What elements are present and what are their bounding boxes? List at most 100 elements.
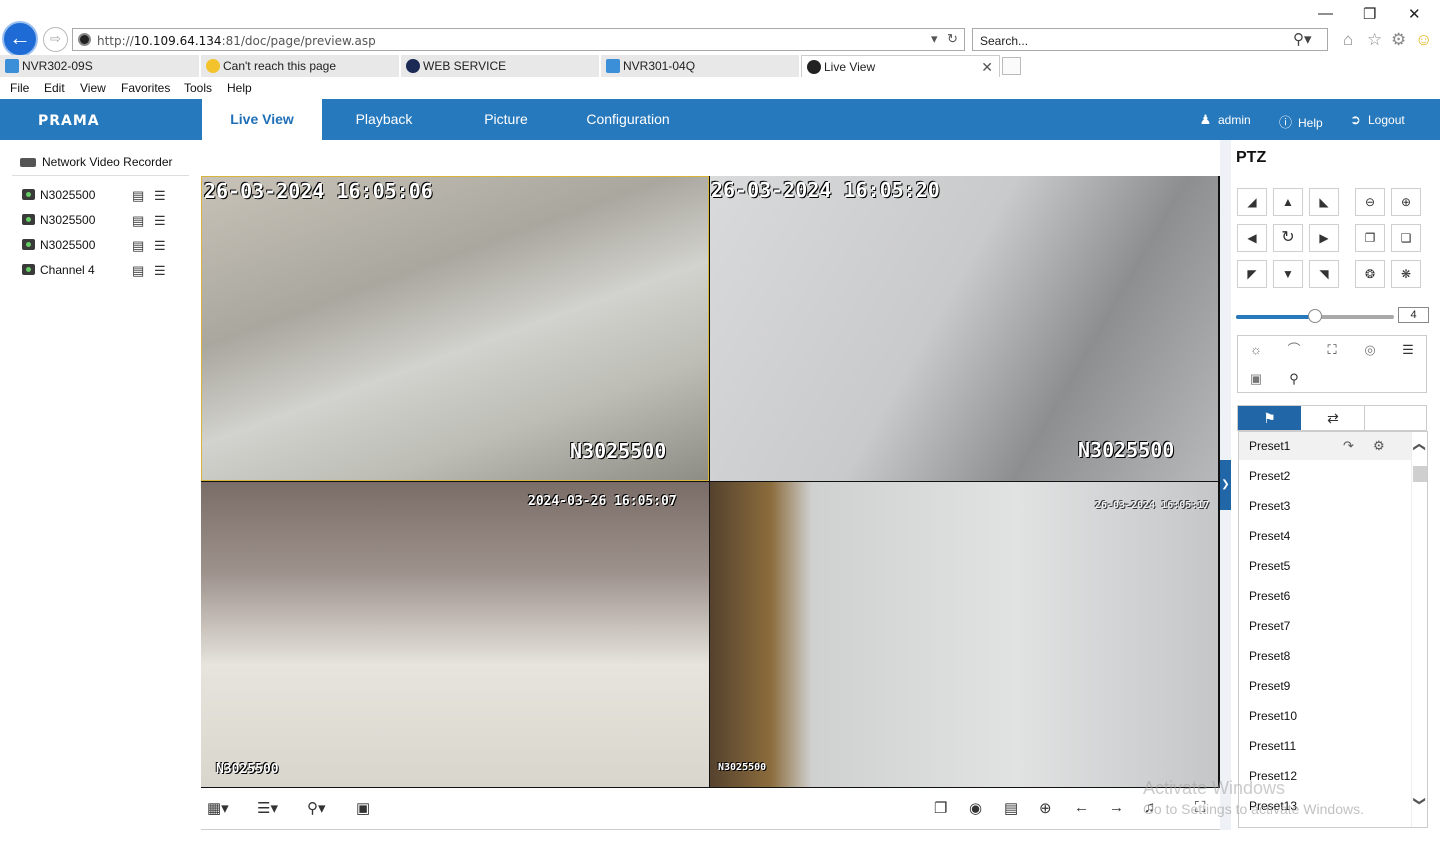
zoom-icon[interactable]: ⊕ (1039, 799, 1052, 817)
user-menu[interactable]: ♟ admin (1198, 112, 1251, 128)
close-tab-icon[interactable]: ✕ (981, 56, 993, 77)
preset-item[interactable]: Preset4 (1239, 522, 1411, 550)
video-cell-2[interactable]: 26-03-2024 16:05:20 N3025500 (710, 176, 1218, 481)
address-dropdown-icon[interactable]: ▾ (931, 31, 938, 47)
monitor-icon[interactable]: ▣ (356, 799, 370, 817)
tab-web-service[interactable]: WEB SERVICE (401, 55, 600, 77)
ptz-left-button[interactable]: ◀ (1237, 224, 1267, 252)
record-icon[interactable]: ▤ (132, 213, 144, 229)
tab-playback[interactable]: Playback (324, 99, 444, 140)
new-tab-button[interactable] (1002, 57, 1021, 75)
address-url[interactable]: http://10.109.64.134:81/doc/page/preview… (97, 34, 376, 48)
call-preset-icon[interactable]: ↷ (1343, 432, 1354, 460)
3d-zoom-icon[interactable]: ⚲ (1276, 365, 1312, 393)
stream-icon[interactable]: ☰ (154, 213, 166, 229)
menu-edit[interactable]: Edit (44, 81, 65, 95)
more-menu-icon[interactable]: ☰ (1390, 336, 1426, 364)
ptz-right-button[interactable]: ▶ (1309, 224, 1339, 252)
previous-page-icon[interactable]: ← (1074, 799, 1089, 816)
close-window-icon[interactable]: ✕ (1408, 5, 1421, 23)
ptz-up-left-button[interactable]: ◢ (1237, 188, 1267, 216)
tab-picture[interactable]: Picture (446, 99, 566, 140)
scroll-up-icon[interactable]: ❮ (1413, 442, 1427, 452)
video-cell-4[interactable]: 26-03-2024 16:05:17 N3025500 (710, 482, 1218, 787)
ptz-down-left-button[interactable]: ◤ (1237, 260, 1267, 288)
ptz-down-button[interactable]: ▼ (1273, 260, 1303, 288)
stream-icon[interactable]: ☰ (154, 238, 166, 254)
preset-item[interactable]: Preset2 (1239, 462, 1411, 490)
channel-item[interactable]: Channel 4 ▤ ☰ (22, 260, 182, 280)
record-all-icon[interactable]: ▤ (1004, 799, 1018, 817)
back-button[interactable]: ← (2, 21, 38, 57)
preset-item[interactable]: Preset10 (1239, 702, 1411, 730)
preset-item[interactable]: Preset11 (1239, 732, 1411, 760)
zoom-out-button[interactable]: ⊖ (1355, 188, 1385, 216)
capture-icon[interactable]: ◉ (969, 799, 982, 817)
menu-help[interactable]: Help (227, 81, 252, 95)
favorites-star-icon[interactable]: ☆ (1367, 30, 1382, 50)
tab-pattern[interactable] (1366, 406, 1429, 430)
wiper-icon[interactable]: ⌒ (1276, 336, 1312, 364)
ptz-auto-scan-button[interactable]: ↻ (1273, 224, 1303, 252)
ptz-up-right-button[interactable]: ◣ (1309, 188, 1339, 216)
menu-favorites[interactable]: Favorites (121, 81, 170, 95)
preset-item[interactable]: Preset9 (1239, 672, 1411, 700)
ptz-up-button[interactable]: ▲ (1273, 188, 1303, 216)
menu-view[interactable]: View (80, 81, 106, 95)
preset-item[interactable]: Preset5 (1239, 552, 1411, 580)
record-icon[interactable]: ▤ (132, 188, 144, 204)
ptz-down-right-button[interactable]: ◥ (1309, 260, 1339, 288)
auxiliary-focus-icon[interactable]: ⛶ (1314, 336, 1350, 364)
settings-gear-icon[interactable]: ⚙ (1391, 30, 1406, 50)
focus-near-button[interactable]: ❐ (1355, 224, 1385, 252)
record-icon[interactable]: ▤ (132, 263, 144, 279)
manual-track-icon[interactable]: ▣ (1238, 365, 1274, 393)
address-bar[interactable]: http://10.109.64.134:81/doc/page/preview… (72, 28, 965, 51)
tab-nvr302[interactable]: NVR302-09S (0, 55, 200, 77)
collapse-panel-button[interactable]: ❯ (1220, 460, 1231, 510)
logout-link[interactable]: ➲ Logout (1348, 112, 1405, 128)
search-box[interactable]: Search... ⚲▾ (972, 28, 1328, 51)
channel-item[interactable]: N3025500 ▤ ☰ (22, 235, 182, 255)
record-icon[interactable]: ▤ (132, 238, 144, 254)
zoom-in-button[interactable]: ⊕ (1391, 188, 1421, 216)
stream-icon[interactable]: ☰ (154, 188, 166, 204)
next-page-icon[interactable]: → (1109, 799, 1124, 816)
video-cell-3[interactable]: 2024-03-26 16:05:07 N3025500 (201, 482, 709, 787)
lens-init-icon[interactable]: ◎ (1352, 336, 1388, 364)
channel-item[interactable]: N3025500 ▤ ☰ (22, 185, 182, 205)
menu-file[interactable]: File (10, 81, 29, 95)
tab-configuration[interactable]: Configuration (568, 99, 688, 140)
preset-item[interactable]: Preset8 (1239, 642, 1411, 670)
scroll-thumb[interactable] (1413, 466, 1427, 482)
ptz-speed-handle[interactable] (1308, 309, 1322, 323)
preset-scrollbar[interactable]: ❮ ❯ (1411, 432, 1427, 827)
tab-cant-reach[interactable]: Can't reach this page (201, 55, 400, 77)
forward-button[interactable]: ⇨ (43, 27, 68, 52)
tab-live-view-nav[interactable]: Live View (202, 99, 322, 140)
stop-all-icon[interactable]: ❐ (934, 799, 947, 817)
stream-icon[interactable]: ☰ (154, 263, 166, 279)
minimize-icon[interactable]: — (1318, 5, 1333, 22)
iris-open-button[interactable]: ❂ (1355, 260, 1385, 288)
layout-grid-icon[interactable]: ▦▾ (207, 799, 229, 817)
tree-root-nvr[interactable]: Network Video Recorder (20, 155, 173, 169)
home-icon[interactable]: ⌂ (1343, 30, 1353, 50)
tab-live-view[interactable]: Live View ✕ (801, 55, 1000, 77)
focus-far-button[interactable]: ❏ (1391, 224, 1421, 252)
restore-icon[interactable]: ❐ (1363, 5, 1376, 23)
feedback-smiley-icon[interactable]: ☺ (1415, 30, 1432, 50)
preset-settings-icon[interactable]: ⚙ (1373, 432, 1385, 460)
stream-type-icon[interactable]: ☰▾ (257, 799, 278, 817)
search-icon[interactable]: ⚲▾ (1293, 30, 1312, 48)
preset-item[interactable]: Preset3 (1239, 492, 1411, 520)
channel-item[interactable]: N3025500 ▤ ☰ (22, 210, 182, 230)
preset-item[interactable]: Preset6 (1239, 582, 1411, 610)
preset-item[interactable]: Preset7 (1239, 612, 1411, 640)
tab-patrol[interactable]: ⇄ (1302, 406, 1365, 430)
video-cell-1[interactable]: 26-03-2024 16:05:06 N3025500 (201, 176, 709, 481)
help-link[interactable]: ⓘ Help (1278, 112, 1323, 131)
scroll-down-icon[interactable]: ❯ (1413, 796, 1427, 806)
microphone-icon[interactable]: ⚲▾ (307, 799, 326, 817)
menu-tools[interactable]: Tools (184, 81, 212, 95)
